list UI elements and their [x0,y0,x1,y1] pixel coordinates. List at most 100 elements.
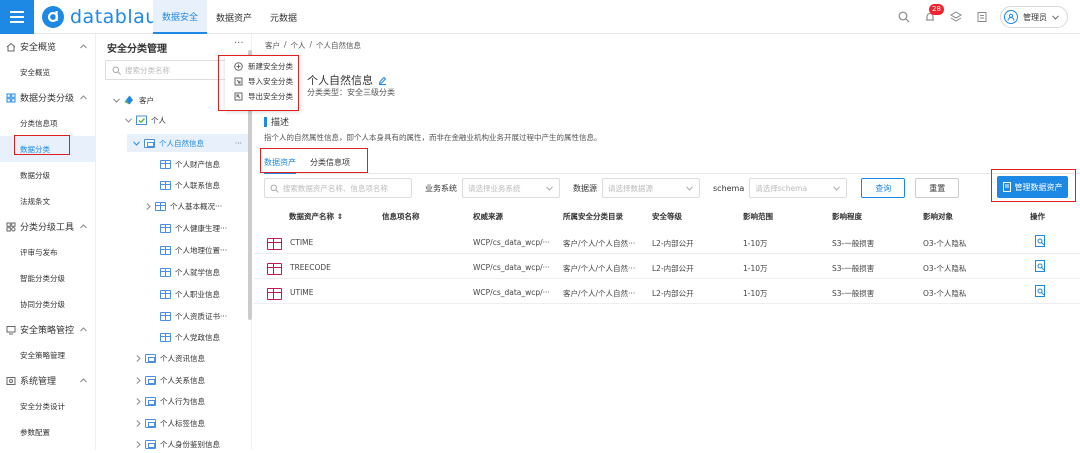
tree-more-button[interactable]: ··· [234,38,244,49]
nav-item-data-grading[interactable]: 数据分级 [0,162,95,188]
tree-node-label: 个人就学信息 [175,267,220,277]
view-detail-icon[interactable] [1035,235,1046,248]
chevron-up-icon [80,95,87,100]
tree-node-party[interactable]: 个人党政信息 [160,328,220,346]
nav-group-classification[interactable]: 数据分类分级 [0,85,95,110]
user-menu[interactable]: 管理员 [1000,6,1068,28]
hamburger-menu-icon[interactable] [0,0,34,34]
tree-node-health[interactable]: 个人健康生理··· [160,219,227,237]
breadcrumb-item[interactable]: 客户 [265,40,280,51]
table-row[interactable]: CTIME WCP/cs_data_wcp/··· 客户/个人/个人自然··· … [254,230,1080,254]
tree-node-label: 个人资讯信息 [160,353,205,363]
tree-node-behavior[interactable]: 个人行为信息 [136,392,205,410]
tree-node-location[interactable]: 个人地理位置··· [160,241,227,259]
schema-select[interactable] [749,178,848,198]
nav-item-security-class-design[interactable]: 安全分类设计 [0,393,95,419]
search-icon[interactable] [896,9,912,25]
app-logo[interactable]: datablau [42,6,158,28]
table-icon [267,238,282,250]
edit-icon [378,76,387,85]
nav-group-label: 分类分级工具 [20,223,75,233]
tree-node-occupation[interactable]: 个人职业信息 [160,285,220,303]
chevron-up-icon [80,378,87,383]
view-detail-icon[interactable] [1035,260,1046,273]
nav-item-collab-classification[interactable]: 协同分类分级 [0,291,95,317]
system-select-input[interactable] [468,183,542,193]
asset-search-input[interactable] [282,183,406,193]
tree-node-natural-info[interactable]: 个人自然信息 ··· [127,134,248,152]
tree-node-info[interactable]: 个人资讯信息 [136,349,205,367]
nav-item-regulations[interactable]: 法规条文 [0,188,95,214]
source-select[interactable] [602,178,700,198]
user-name: 管理员 [1023,12,1047,22]
table-icon [160,267,171,277]
tree-node-label: 客户 [139,95,154,105]
document-icon[interactable] [974,9,990,25]
reset-button[interactable]: 重置 [915,178,960,198]
table-icon [160,159,171,169]
tree-node-personal[interactable]: 个人 [125,111,166,129]
nav-group-security-overview[interactable]: 安全概览 [0,34,95,59]
breadcrumb: 客户 / 个人 / 个人自然信息 [265,40,361,51]
tree-node-certificates[interactable]: 个人资质证书··· [160,307,227,325]
bell-icon[interactable]: 28 [922,4,944,25]
logo-text: datablau [70,6,158,28]
tree-node-tags[interactable]: 个人标签信息 [136,414,205,432]
tree-node-label: 个人联系信息 [175,180,220,190]
tree-node-customer[interactable]: 客户 [113,91,154,109]
table-icon [160,245,171,255]
node-more-button[interactable]: ··· [235,139,242,148]
tree-node-label: 个人身份鉴别信息 [160,439,220,449]
cell-impact-range: 1-10万 [743,264,768,273]
layers-icon[interactable] [948,9,964,25]
nav-item-policy-management[interactable]: 安全策略管理 [0,342,95,368]
schema-select-input[interactable] [755,183,830,193]
source-select-input[interactable] [608,183,682,193]
breadcrumb-separator: / [284,40,287,49]
table-row[interactable]: TREECODE WCP/cs_data_wcp/··· 客户/个人/个人自然·… [254,255,1080,279]
nav-group-label: 数据分类分级 [20,94,75,104]
chevron-up-icon [80,44,87,49]
tree-node-basic-profile[interactable]: 个人基本概况··· [146,197,222,215]
cell-asset-name: TREECODE [290,263,331,272]
tree-node-contact[interactable]: 个人联系信息 [160,176,220,194]
table-row[interactable]: UTIME WCP/cs_data_wcp/··· 客户/个人/个人自然··· … [254,280,1080,304]
topnav-tab-data-security[interactable]: 数据安全 [153,0,208,34]
tree-search-input[interactable] [125,65,225,75]
topnav-tab-metadata[interactable]: 元数据 [261,0,306,34]
nav-item-security-overview[interactable]: 安全概览 [0,59,95,85]
nav-group-label: 安全概览 [20,43,57,53]
topnav-tab-data-assets[interactable]: 数据资产 [207,0,261,34]
category-icon [145,375,156,385]
breadcrumb-item[interactable]: 个人 [291,40,306,51]
asset-search-box[interactable] [264,178,412,198]
col-asset-name[interactable]: 数据资产名称 ⇕ [289,211,343,222]
view-detail-icon[interactable] [1035,285,1046,298]
nav-group-policy[interactable]: 安全策略管控 [0,317,95,342]
breadcrumb-item: 个人自然信息 [316,41,362,50]
tools-icon [6,222,16,232]
nav-group-tools[interactable]: 分类分级工具 [0,214,95,239]
chevron-down-icon [833,185,841,191]
tree-node-education[interactable]: 个人就学信息 [160,263,220,281]
monitor-icon [6,325,16,334]
tree-node-asset[interactable]: 个人财产信息 [160,155,220,173]
nav-group-label: 系统管理 [20,377,57,387]
cell-impact-degree: S3-一般损害 [832,289,875,298]
system-select[interactable] [462,178,560,198]
table-icon [160,332,171,342]
nav-item-review-publish[interactable]: 评审与发布 [0,239,95,265]
tree-node-label: 个人基本概况··· [170,201,223,211]
nav-item-classification-items[interactable]: 分类信息项 [0,110,95,136]
query-button[interactable]: 查询 [861,178,906,198]
category-icon [145,418,156,428]
nav-item-smart-classification[interactable]: 智能分类分级 [0,265,95,291]
table-icon [160,223,171,233]
tree-node-label: 个人自然信息 [159,138,204,148]
page-title: 个人自然信息 [307,72,387,88]
tree-node-identity[interactable]: 个人身份鉴别信息 [136,435,220,453]
nav-group-system[interactable]: 系统管理 [0,368,95,393]
tree-node-label: 个人资质证书··· [175,311,228,321]
tree-node-relation[interactable]: 个人关系信息 [136,371,205,389]
nav-item-param-config[interactable]: 参数配置 [0,419,95,445]
